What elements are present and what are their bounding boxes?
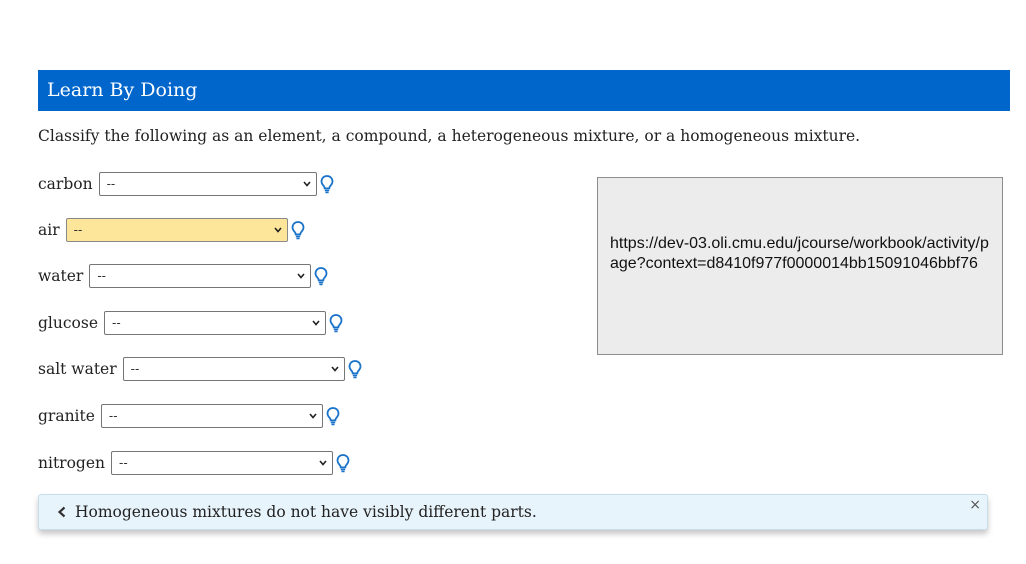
question-row-air: air --: [38, 217, 306, 243]
lightbulb-icon[interactable]: [325, 406, 341, 426]
lightbulb-icon[interactable]: [313, 266, 329, 286]
item-label-air: air: [38, 221, 60, 239]
question-row-carbon: carbon --: [38, 171, 335, 197]
feedback-text: Homogeneous mixtures do not have visibly…: [75, 503, 537, 521]
item-label-salt-water: salt water: [38, 360, 117, 378]
chevron-down-icon: [319, 460, 327, 466]
question-row-glucose: glucose --: [38, 310, 344, 336]
chevron-down-icon: [302, 181, 311, 187]
select-value: --: [97, 268, 106, 283]
chevron-down-icon: [309, 413, 317, 419]
activity-title: Learn By Doing: [47, 79, 198, 101]
chevron-left-icon[interactable]: [57, 506, 67, 518]
chevron-down-icon: [331, 366, 339, 372]
question-row-nitrogen: nitrogen --: [38, 450, 351, 476]
close-icon[interactable]: ×: [969, 497, 981, 513]
item-label-nitrogen: nitrogen: [38, 454, 105, 472]
select-value: --: [108, 408, 118, 423]
item-label-water: water: [38, 267, 84, 285]
url-display-box: https://dev-03.oli.cmu.edu/jcourse/workb…: [597, 177, 1003, 355]
url-text: https://dev-03.oli.cmu.edu/jcourse/workb…: [610, 235, 989, 272]
item-label-granite: granite: [38, 407, 95, 425]
chevron-down-icon: [297, 273, 305, 279]
select-salt-water[interactable]: --: [122, 357, 345, 381]
lightbulb-icon[interactable]: [290, 220, 306, 240]
question-row-water: water --: [38, 263, 329, 289]
lightbulb-icon[interactable]: [328, 313, 344, 333]
select-carbon[interactable]: --: [98, 172, 317, 196]
item-label-carbon: carbon: [38, 175, 93, 193]
activity-header: Learn By Doing: [38, 70, 1010, 111]
select-water[interactable]: --: [89, 264, 312, 288]
hint-feedback-panel: Homogeneous mixtures do not have visibly…: [38, 494, 988, 530]
lightbulb-icon[interactable]: [335, 453, 351, 473]
chevron-down-icon: [312, 320, 320, 326]
item-label-glucose: glucose: [38, 314, 99, 332]
select-value: --: [73, 222, 83, 237]
select-value: --: [130, 361, 140, 376]
select-value: --: [119, 455, 128, 470]
select-value: --: [112, 315, 121, 330]
lightbulb-icon[interactable]: [347, 359, 363, 379]
select-air[interactable]: --: [65, 218, 288, 242]
select-nitrogen[interactable]: --: [111, 451, 333, 475]
select-value: --: [106, 176, 116, 191]
question-row-granite: granite --: [38, 403, 341, 429]
select-glucose[interactable]: --: [104, 311, 327, 335]
chevron-down-icon: [274, 227, 282, 233]
instructions-text: Classify the following as an element, a …: [38, 127, 861, 145]
question-row-salt-water: salt water --: [38, 356, 363, 382]
select-granite[interactable]: --: [100, 404, 323, 428]
lightbulb-icon[interactable]: [319, 174, 335, 194]
